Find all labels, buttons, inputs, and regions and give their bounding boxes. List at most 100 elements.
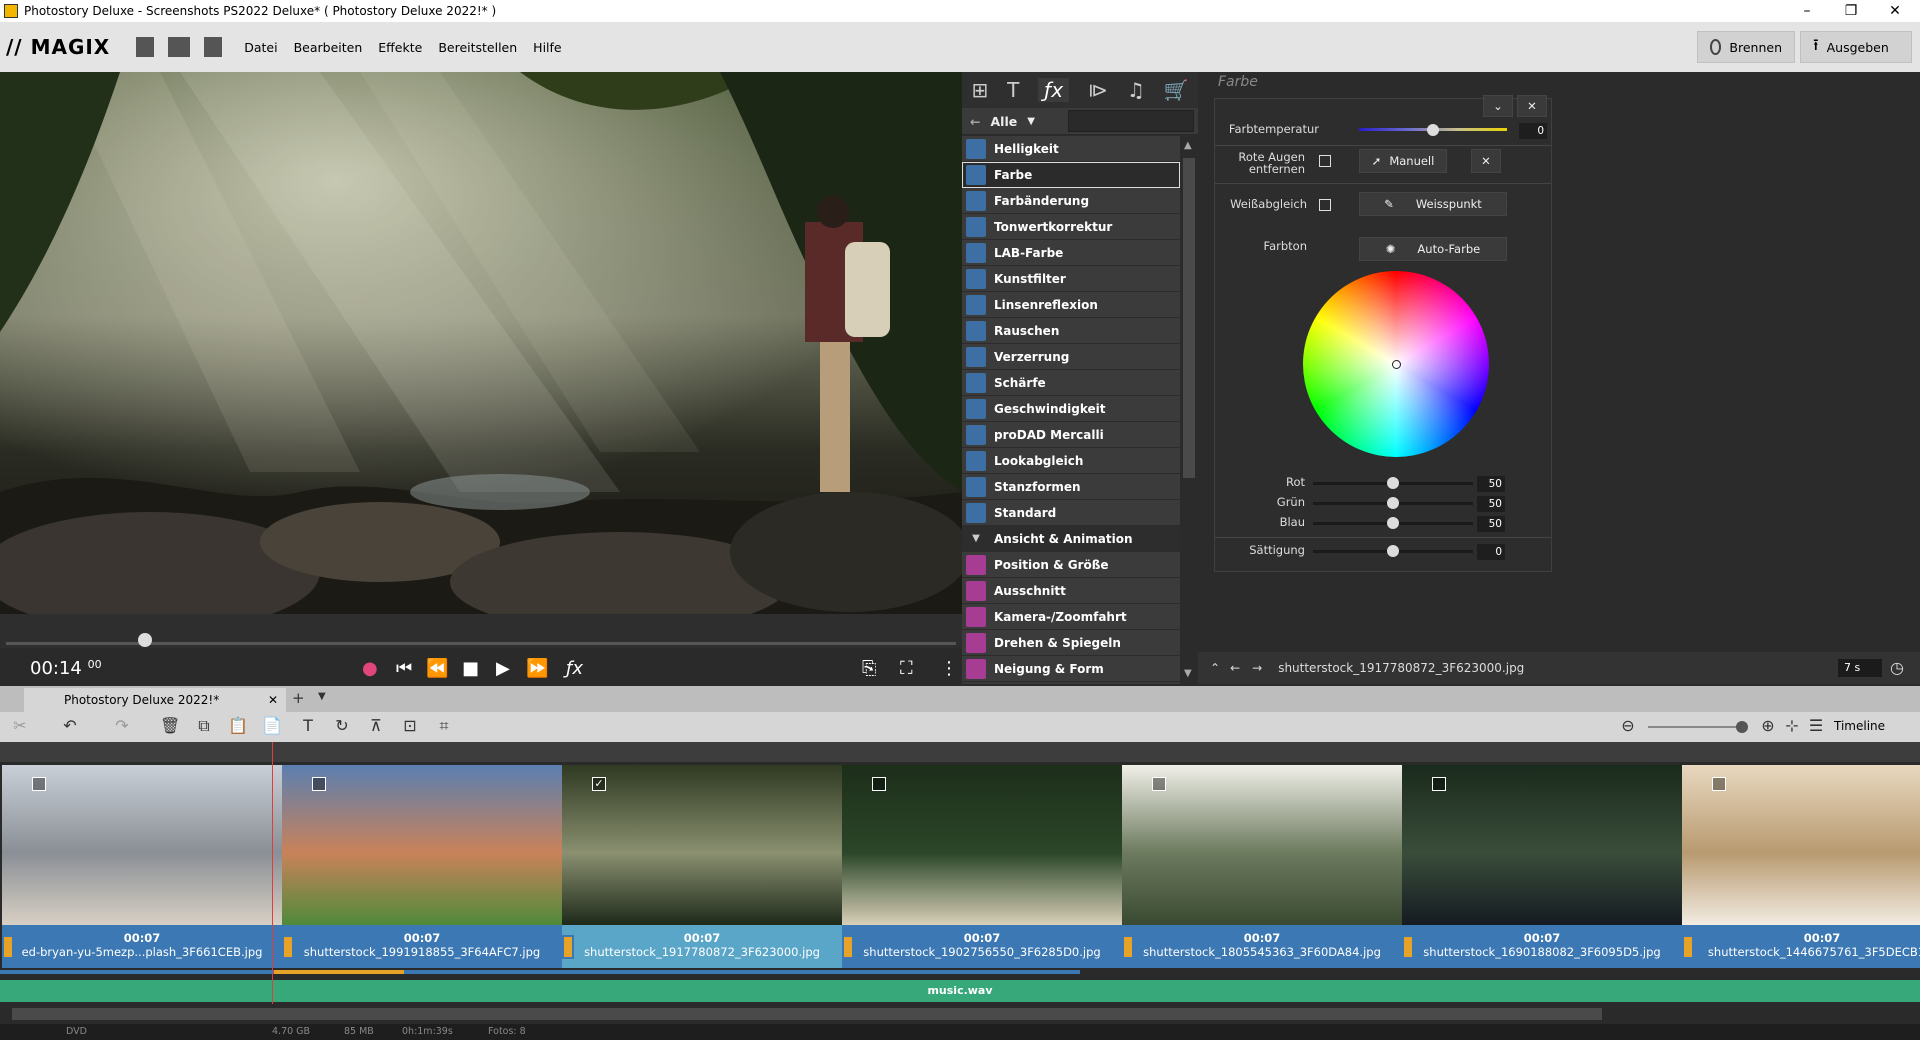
blau-value[interactable]: 50 <box>1477 516 1505 532</box>
farbtemperatur-knob[interactable] <box>1427 124 1439 136</box>
crop-icon[interactable]: ⊼ <box>366 717 386 735</box>
restore-button[interactable]: ❐ <box>1828 0 1874 22</box>
timeline-mode-label[interactable]: Timeline <box>1834 719 1885 733</box>
brennen-button[interactable]: Brennen <box>1697 31 1795 63</box>
fit-timeline-icon[interactable]: ⊹ <box>1782 717 1802 735</box>
save-icon[interactable] <box>204 37 223 57</box>
preview-scrubber[interactable] <box>0 614 962 648</box>
zoom-knob[interactable] <box>1736 721 1748 733</box>
clip-checkbox[interactable] <box>1712 777 1726 791</box>
audio-clip-music[interactable]: music.wav <box>0 980 1920 1002</box>
filter-dropdown[interactable]: Alle <box>990 114 1017 129</box>
timeline-clip[interactable]: ✓ 00:07 shutterstock_1917780872_3F623000.j… <box>562 765 842 968</box>
effect-item[interactable]: Rauschen <box>962 318 1180 344</box>
back-arrow-icon[interactable]: ← <box>970 114 980 129</box>
collapse-chevron-icon[interactable]: ⌄ <box>1483 95 1513 117</box>
farbtemperatur-value[interactable]: 0 <box>1519 123 1547 139</box>
redo-icon[interactable]: ↷ <box>112 717 132 735</box>
effects-search-input[interactable] <box>1068 110 1194 132</box>
effect-item[interactable]: Helligkeit <box>962 136 1180 162</box>
fullscreen-icon[interactable]: ⛶ <box>900 658 913 679</box>
effect-item[interactable]: LAB-Farbe <box>962 240 1180 266</box>
saettigung-value[interactable]: 0 <box>1477 544 1505 560</box>
fit-icon[interactable]: ⌗ <box>434 717 454 735</box>
store-cart-icon[interactable]: 🛒 <box>1164 78 1189 102</box>
play-icon[interactable]: ▶ <box>496 658 510 679</box>
close-window-button[interactable]: ✕ <box>1872 0 1918 22</box>
auto-farbe-button[interactable]: ✺ Auto-Farbe <box>1359 237 1507 261</box>
weisspunkt-button[interactable]: ✎ Weisspunkt <box>1359 192 1507 216</box>
effect-item[interactable]: Lookabgleich <box>962 448 1180 474</box>
scrub-handle[interactable] <box>138 633 152 647</box>
effects-scrollbar[interactable]: ▲ ▼ <box>1180 136 1198 684</box>
timeline-clip[interactable]: 00:07 shutterstock_1991918855_3F64AFC7.jp… <box>282 765 562 968</box>
manuell-button[interactable]: ➚ Manuell <box>1359 149 1447 173</box>
stop-icon[interactable]: ■ <box>462 658 479 679</box>
timeline-clip[interactable]: 00:07 shutterstock_1690188082_3F6095D5.jp… <box>1402 765 1682 968</box>
title-text-icon[interactable]: T <box>1007 78 1019 102</box>
clock-icon[interactable]: ◷ <box>1890 658 1904 677</box>
add-tab-icon[interactable]: + <box>292 689 305 707</box>
scroll-up-icon[interactable]: ▲ <box>1184 140 1192 151</box>
rot-value[interactable]: 50 <box>1477 476 1505 492</box>
disc-format[interactable]: DVD <box>66 1026 87 1037</box>
scroll-down-icon[interactable]: ▼ <box>1184 668 1192 679</box>
transition-marker[interactable] <box>1682 935 1694 959</box>
cast-icon[interactable]: ⎘ <box>862 658 876 679</box>
rewind-icon[interactable]: ⏪ <box>426 658 448 679</box>
effects-category-header[interactable]: ▼ Ansicht & Animation <box>962 526 1180 552</box>
rote-augen-checkbox[interactable] <box>1319 155 1331 167</box>
fast-forward-icon[interactable]: ⏩ <box>526 658 548 679</box>
new-file-icon[interactable] <box>136 37 155 57</box>
transition-marker[interactable] <box>1122 935 1134 959</box>
title-text-icon[interactable]: T <box>298 717 318 735</box>
effect-item[interactable]: Kunstfilter <box>962 266 1180 292</box>
effect-item[interactable]: Kamera-/Zoomfahrt <box>962 604 1180 630</box>
transition-marker[interactable] <box>1402 935 1414 959</box>
chevron-down-icon[interactable]: ▼ <box>1027 116 1035 127</box>
clip-checkbox[interactable] <box>312 777 326 791</box>
close-effect-icon[interactable]: ✕ <box>1517 95 1547 117</box>
paste-disabled-icon[interactable]: 📄 <box>262 717 282 735</box>
effect-item[interactable]: Farbe <box>962 162 1180 188</box>
minimize-button[interactable]: – <box>1784 0 1830 22</box>
timeline-clip[interactable]: 00:07 ed-bryan-yu-5mezp...plash_3F661CEB.… <box>2 765 282 968</box>
tab-menu-chevron-icon[interactable]: ▼ <box>318 691 326 702</box>
open-folder-icon[interactable] <box>168 37 191 57</box>
transition-marker[interactable] <box>2 935 14 959</box>
preview-monitor[interactable] <box>0 72 962 614</box>
gruen-knob[interactable] <box>1387 497 1399 509</box>
blau-knob[interactable] <box>1387 517 1399 529</box>
effect-item[interactable]: Standard <box>962 500 1180 526</box>
weissabgleich-checkbox[interactable] <box>1319 199 1331 211</box>
color-wheel-marker[interactable] <box>1392 360 1401 369</box>
effect-item[interactable]: Ausschnitt <box>962 578 1180 604</box>
zoom-slider[interactable] <box>1648 726 1744 728</box>
previous-clip-icon[interactable]: ← <box>1230 661 1240 675</box>
cut-scissors-icon[interactable]: ✂ <box>10 717 30 735</box>
menu-bereitstellen[interactable]: Bereitstellen <box>438 40 517 55</box>
rot-knob[interactable] <box>1387 477 1399 489</box>
timeline-ruler[interactable] <box>0 742 1920 762</box>
effects-scroll-thumb[interactable] <box>1183 158 1195 478</box>
saettigung-knob[interactable] <box>1387 545 1399 557</box>
effect-item[interactable]: Stanzformen <box>962 474 1180 500</box>
ausgeben-button[interactable]: ⭱ Ausgeben <box>1800 31 1912 63</box>
undo-icon[interactable]: ↶ <box>60 717 80 735</box>
zoom-in-icon[interactable]: ⊕ <box>1758 717 1778 735</box>
paste-icon[interactable]: 📋 <box>228 717 248 735</box>
effect-item[interactable]: Neigung & Form <box>962 656 1180 682</box>
close-tab-icon[interactable]: ✕ <box>268 688 278 712</box>
effect-item[interactable]: proDAD Mercalli <box>962 422 1180 448</box>
music-icon[interactable]: ♫ <box>1127 78 1145 102</box>
menu-bearbeiten[interactable]: Bearbeiten <box>294 40 363 55</box>
transition-marker[interactable] <box>562 935 574 959</box>
next-clip-icon[interactable]: → <box>1252 661 1262 675</box>
photo-options-icon[interactable]: ⊡ <box>400 717 420 735</box>
clip-duration-field[interactable]: 7 s <box>1838 659 1882 677</box>
zoom-out-icon[interactable]: ⊖ <box>1618 717 1638 735</box>
templates-grid-icon[interactable]: ⊞ <box>971 78 988 102</box>
effect-item[interactable]: Schärfe <box>962 370 1180 396</box>
clip-checkbox[interactable] <box>1152 777 1166 791</box>
collapse-up-icon[interactable]: ⌃ <box>1210 661 1220 675</box>
